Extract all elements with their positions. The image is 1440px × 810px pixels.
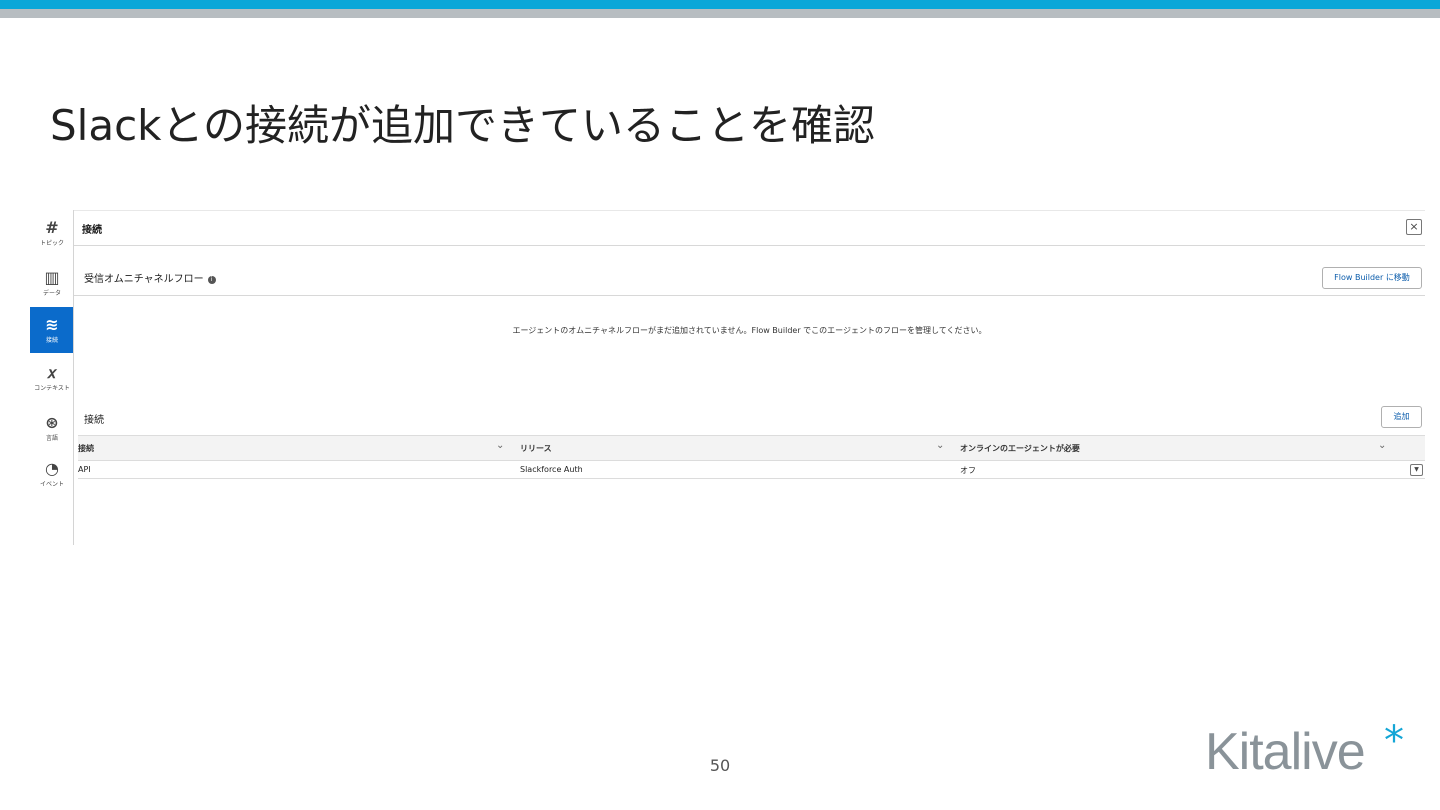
table-header: 接続 ⌄ リリース ⌄ オンラインのエージェントが必要 ⌄ — [78, 435, 1425, 461]
kitalive-logo: Kitalive — [1205, 723, 1366, 781]
agent-builder-screenshot: # トピック ▥ データ ≋ 接続 𝑥 コンテキスト ⊛ 言語 ◔ イベント 接… — [30, 210, 1425, 545]
hash-icon: # — [45, 217, 59, 237]
connections-panel: 接続 × 受信オムニチャネルフロー i Flow Builder に移動 エージェ… — [74, 210, 1425, 545]
close-icon[interactable]: × — [1406, 219, 1422, 235]
sidebar-item-label: データ — [42, 289, 61, 297]
variable-icon: 𝑥 — [47, 362, 57, 382]
sidebar: # トピック ▥ データ ≋ 接続 𝑥 コンテキスト ⊛ 言語 ◔ イベント — [30, 210, 74, 545]
slide-title: Slackとの接続が追加できていることを確認 — [50, 101, 876, 150]
add-connection-button[interactable]: 追加 — [1381, 406, 1422, 428]
omni-channel-title-text: 受信オムニチャネルフロー — [84, 274, 204, 285]
table-row: API Slackforce Auth オフ ▼ — [78, 461, 1425, 479]
sidebar-item-label: 言語 — [45, 434, 58, 442]
sidebar-item-context[interactable]: 𝑥 コンテキスト — [30, 355, 74, 401]
column-header-connection[interactable]: 接続 — [78, 443, 94, 454]
logo-star-icon: * — [1384, 718, 1404, 764]
cell-release: Slackforce Auth — [520, 465, 583, 474]
connections-section-title: 接続 — [84, 415, 104, 426]
chevron-down-icon[interactable]: ⌄ — [496, 440, 504, 451]
book-icon: ▥ — [44, 267, 60, 287]
sidebar-item-label: イベント — [39, 480, 64, 488]
chevron-down-icon[interactable]: ⌄ — [1378, 440, 1386, 451]
top-gray-bar — [0, 9, 1440, 18]
event-icon: ◔ — [45, 458, 59, 478]
sidebar-item-connections[interactable]: ≋ 接続 — [30, 307, 74, 353]
layers-icon: ≋ — [45, 314, 59, 334]
sidebar-item-data[interactable]: ▥ データ — [30, 260, 74, 306]
sidebar-item-events[interactable]: ◔ イベント — [30, 451, 74, 497]
empty-state-message: エージェントのオムニチャネルフローがまだ追加されていません。Flow Build… — [512, 326, 987, 335]
page-number: 50 — [709, 756, 731, 775]
sidebar-item-topics[interactable]: # トピック — [30, 210, 74, 256]
cell-requires-online-agent: オフ — [960, 466, 976, 475]
column-header-requires-online-agent[interactable]: オンラインのエージェントが必要 — [960, 443, 1080, 454]
sidebar-item-language[interactable]: ⊛ 言語 — [30, 405, 74, 451]
sidebar-item-label: 接続 — [45, 336, 58, 344]
top-accent-bar — [0, 0, 1440, 9]
panel-header: 接続 × — [74, 210, 1425, 246]
omni-channel-title: 受信オムニチャネルフロー i — [84, 270, 216, 285]
connections-table: 接続 ⌄ リリース ⌄ オンラインのエージェントが必要 ⌄ API Slackf… — [78, 435, 1425, 479]
chevron-down-icon[interactable]: ⌄ — [936, 440, 944, 451]
info-icon[interactable]: i — [207, 276, 216, 284]
cell-connection: API — [78, 465, 91, 474]
flow-builder-button[interactable]: Flow Builder に移動 — [1322, 267, 1422, 289]
sidebar-item-label: トピック — [39, 239, 64, 247]
panel-title: 接続 — [82, 225, 102, 236]
palette-icon: ⊛ — [45, 412, 59, 432]
row-actions-icon[interactable]: ▼ — [1410, 464, 1423, 476]
sidebar-item-label: コンテキスト — [34, 384, 70, 392]
column-header-release[interactable]: リリース — [520, 443, 552, 454]
omni-channel-section: 受信オムニチャネルフロー i Flow Builder に移動 — [74, 245, 1425, 296]
